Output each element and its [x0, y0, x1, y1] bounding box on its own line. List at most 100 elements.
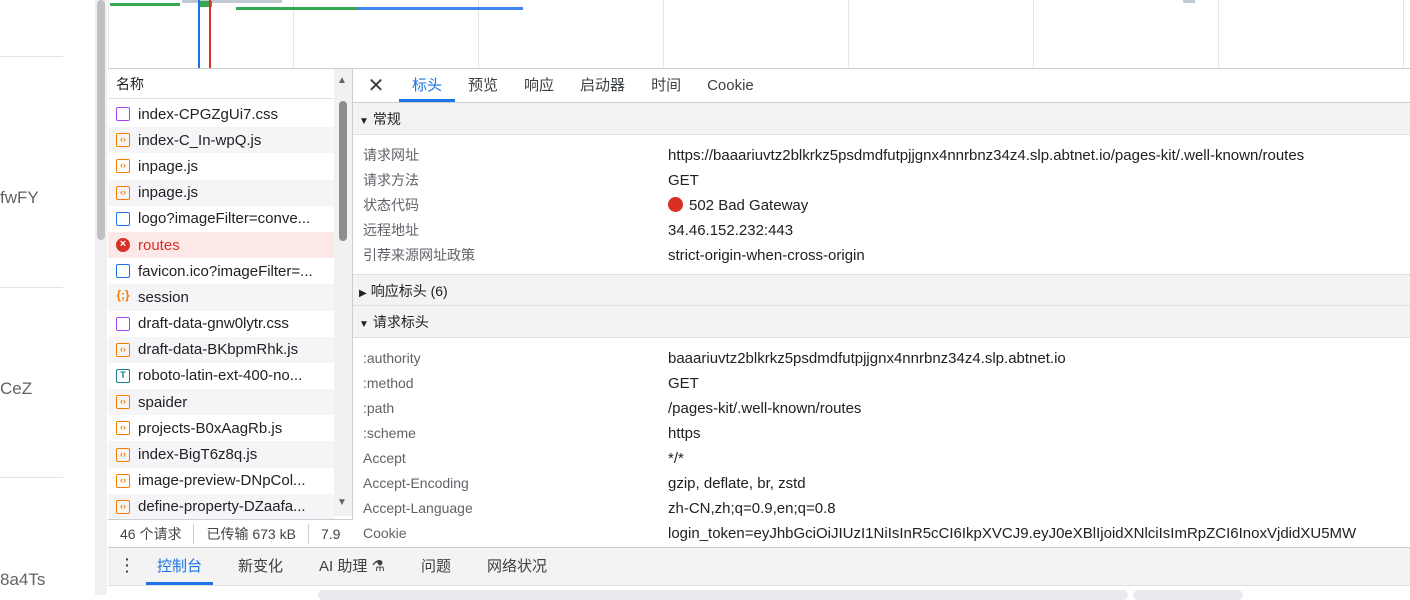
request-row[interactable]: ‹› define-property-DZaafa... — [108, 493, 334, 520]
request-rows: index-CPGZgUi7.css ‹› index-C_In-wpQ.js ‹› i… — [108, 101, 334, 520]
request-row[interactable]: ‹› projects-B0xAagRb.js — [108, 415, 334, 441]
request-name: image-preview-DNpCol... — [138, 472, 306, 490]
request-row[interactable]: ‹› image-preview-DNpCol... — [108, 468, 334, 494]
header-value[interactable]: baaariuvtz2blkrkz5psdmdfutpjjgnx4nnrbnz3… — [668, 346, 1066, 371]
script-file-icon: ‹› — [116, 185, 130, 200]
css-file-icon — [116, 107, 130, 122]
header-name: Accept-Language — [363, 500, 473, 516]
dom-content-loaded-marker — [198, 0, 200, 68]
script-file-icon: ‹› — [116, 395, 130, 410]
request-row[interactable]: favicon.ico?imageFilter=... — [108, 258, 334, 284]
request-row[interactable]: ‹› spaider — [108, 389, 334, 416]
header-value[interactable]: /pages-kit/.well-known/routes — [668, 396, 861, 421]
header-value[interactable]: gzip, deflate, br, zstd — [668, 471, 806, 496]
header-value[interactable]: strict-origin-when-cross-origin — [668, 243, 865, 268]
header-value[interactable]: */* — [668, 446, 684, 471]
font-file-icon: T — [116, 368, 130, 383]
header-row: Accept-Language zh-CN,zh;q=0.9,en;q=0.8 — [353, 496, 1410, 521]
tab-headers[interactable]: 标头 — [399, 69, 456, 102]
request-row[interactable]: ‹› draft-data-BKbpmRhk.js — [108, 336, 334, 363]
request-list: 名称 index-CPGZgUi7.css ‹› index-C_In-wpQ.js… — [108, 69, 353, 547]
request-name: projects-B0xAagRb.js — [138, 419, 283, 437]
transferred-size: 已传输 673 kB — [194, 523, 309, 544]
request-headers-section: :authority baaariuvtz2blkrkz5psdmdfutpjjg… — [353, 338, 1410, 547]
request-row[interactable]: ‹› index-C_In-wpQ.js — [108, 127, 334, 154]
network-overview-timeline[interactable] — [108, 0, 1410, 69]
summary-extra: 7.9 — [320, 525, 341, 542]
header-value[interactable]: https — [668, 421, 701, 446]
header-row: :scheme https — [353, 421, 1410, 446]
status-error-icon — [668, 197, 683, 212]
tab-initiator[interactable]: 启动器 — [567, 69, 638, 102]
request-row[interactable]: × routes — [108, 231, 334, 259]
tab-issues[interactable]: 问题 — [410, 548, 462, 583]
request-row[interactable]: ‹› inpage.js — [108, 179, 334, 206]
header-value[interactable]: 34.46.152.232:443 — [668, 218, 793, 243]
request-headers-section-header[interactable]: ▼ 请求标头 — [353, 306, 1410, 338]
header-value[interactable]: 502 Bad Gateway — [668, 193, 808, 218]
tab-preview[interactable]: 预览 — [455, 69, 511, 102]
request-row[interactable]: draft-data-gnw0lytr.css — [108, 311, 334, 337]
tab-network-conditions[interactable]: 网络状况 — [476, 548, 558, 583]
header-value[interactable]: GET — [668, 371, 699, 396]
json-file-icon: {;} — [116, 288, 130, 303]
tab-response[interactable]: 响应 — [511, 69, 567, 102]
scroll-thumb[interactable] — [339, 101, 347, 241]
header-value[interactable]: zh-CN,zh;q=0.9,en;q=0.8 — [668, 496, 836, 521]
header-row: Accept-Encoding gzip, deflate, br, zstd — [353, 471, 1410, 496]
header-value[interactable]: login_token=eyJhbGciOiJIUzI1NiIsInR5cCI6… — [668, 521, 1356, 546]
request-name: session — [138, 288, 189, 306]
general-section-header[interactable]: ▼ 常规 — [353, 103, 1410, 135]
tab-console[interactable]: 控制台 — [146, 548, 214, 585]
header-name: Cookie — [363, 525, 407, 541]
header-name: :method — [363, 375, 414, 391]
response-headers-section-header[interactable]: ▶ 响应标头 (6) — [353, 274, 1410, 306]
header-row: Cookie login_token=eyJhbGciOiJIUzI1NiIsIn… — [353, 521, 1410, 546]
script-file-icon: ‹› — [116, 447, 130, 462]
triangle-right-icon: ▶ — [359, 288, 367, 299]
tab-whats-new[interactable]: 新变化 — [227, 548, 294, 583]
header-value[interactable]: https://baaariuvtz2blkrkz5psdmdfutpjjgnx… — [668, 143, 1304, 168]
log-level-select[interactable] — [1133, 590, 1243, 600]
request-row[interactable]: ‹› inpage.js — [108, 153, 334, 179]
script-file-icon: ‹› — [116, 421, 130, 436]
request-name: favicon.ico?imageFilter=... — [138, 262, 313, 280]
tab-cookie[interactable]: Cookie — [694, 69, 767, 102]
drawer-tabs: ⋮ 控制台 新变化 AI 助理 ⚗ 问题 网络状况 — [108, 548, 1410, 585]
request-row[interactable]: ‹› index-BigT6z8q.js — [108, 441, 334, 468]
request-name: define-property-DZaafa... — [138, 498, 306, 516]
scroll-thumb[interactable] — [97, 0, 105, 240]
image-file-icon — [116, 264, 130, 279]
request-row[interactable]: index-CPGZgUi7.css — [108, 101, 334, 127]
request-count: 46 个请求 — [108, 523, 195, 544]
header-name: Accept-Encoding — [363, 475, 469, 491]
scroll-up-arrow-icon[interactable]: ▲ — [337, 75, 347, 86]
divider — [0, 56, 63, 57]
divider — [0, 287, 63, 288]
more-options-icon[interactable]: ⋮ — [108, 548, 146, 583]
name-column-header[interactable]: 名称 — [108, 69, 352, 99]
header-name: 状态代码 — [363, 197, 419, 213]
request-name: roboto-latin-ext-400-no... — [138, 367, 303, 385]
header-row: 请求方法 GET — [353, 168, 1410, 193]
script-file-icon: ‹› — [116, 473, 130, 488]
header-row: 请求网址 https://baaariuvtz2blkrkz5psdmdfutpj… — [353, 143, 1410, 168]
request-row[interactable]: Troboto-latin-ext-400-no... — [108, 363, 334, 389]
request-list-scrollbar[interactable]: ▲ ▼ — [334, 69, 352, 516]
request-name: inpage.js — [138, 157, 199, 175]
header-value[interactable]: GET — [668, 168, 699, 193]
tab-ai-assistant[interactable]: AI 助理 ⚗ — [308, 548, 396, 583]
image-file-icon — [116, 211, 130, 226]
close-icon[interactable]: ✕ — [353, 69, 399, 102]
request-name: spaider — [138, 393, 188, 411]
request-name: draft-data-BKbpmRhk.js — [138, 341, 299, 359]
page-background-strip: fwFY CeZ 8a4Ts — [0, 0, 95, 595]
tab-timing[interactable]: 时间 — [638, 69, 694, 102]
request-row[interactable]: {;} session — [108, 284, 334, 311]
request-row[interactable]: logo?imageFilter=conve... — [108, 206, 334, 232]
console-filter-input[interactable] — [318, 590, 1128, 600]
header-row: :path/pages-kit/.well-known/routes — [353, 396, 1410, 421]
page-scrollbar[interactable] — [95, 0, 107, 595]
header-row: Accept */* — [353, 446, 1410, 471]
scroll-down-arrow-icon[interactable]: ▼ — [337, 497, 347, 508]
